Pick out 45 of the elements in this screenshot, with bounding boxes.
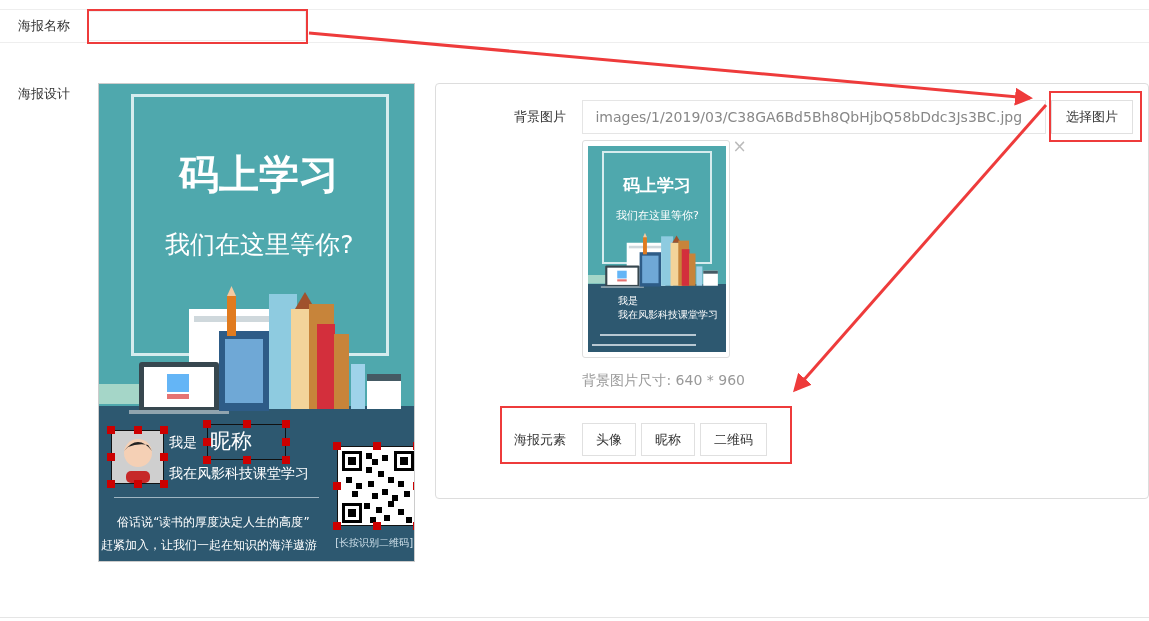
resize-handle[interactable] [373,442,382,450]
poster-subtitle: 我们在这里等你? [164,229,355,261]
resize-handle[interactable] [107,480,116,488]
element-button[interactable]: 二维码 [700,423,768,456]
resize-handle[interactable] [282,456,291,464]
field-label: 海报元素 [513,430,568,449]
resize-handle[interactable] [160,426,169,434]
image-size-note: 背景图片尺寸: 640 * 960 [582,372,746,390]
qr-code-icon [342,451,415,523]
poster-intro-text: 我是 [169,434,198,452]
qr-code-element[interactable] [337,446,415,526]
resize-handle[interactable] [107,453,116,461]
resize-handle[interactable] [203,420,212,428]
resize-handle[interactable] [333,522,342,530]
resize-handle[interactable] [133,480,142,488]
element-button[interactable]: 头像 [582,423,637,456]
poster-quote-line: 赶紧加入，让我们一起在知识的海洋遨游 [101,537,318,554]
resize-handle[interactable] [242,456,251,464]
resize-handle[interactable] [203,438,212,446]
thumbnail-title: 码上学习 [622,174,693,197]
qr-caption: [长按识别二维码] [335,536,414,550]
resize-handle[interactable] [160,480,169,488]
resize-handle[interactable] [373,522,382,530]
field-label: 海报名称 [17,17,71,35]
choose-image-button[interactable]: 选择图片 [1051,100,1134,134]
background-path-input[interactable]: images/1/2019/03/C38GA6Bd5Bh8QbHjbQ58bDdc3Js3BC.jpg [582,100,1047,134]
resize-handle[interactable] [160,453,169,461]
field-label: 海报设计 [17,85,71,103]
poster-quote-line: 俗话说“读书的厚度决定人生的高度” [117,514,310,531]
resize-handle[interactable] [333,482,342,490]
resize-handle[interactable] [282,438,291,446]
poster-tagline: 我在风影科技课堂学习 [169,465,310,483]
poster-title: 码上学习 [177,150,341,199]
resize-handle[interactable] [107,426,116,434]
resize-handle[interactable] [133,426,142,434]
resize-handle[interactable] [203,456,212,464]
thumbnail-intro-text: 我是 [618,294,639,308]
field-label: 背景图片 [513,108,568,126]
thumbnail-subtitle: 我们在这里等你? [615,208,700,223]
avatar-element[interactable] [111,430,165,484]
element-button[interactable]: 昵称 [641,423,696,456]
resize-handle[interactable] [333,442,342,450]
resize-handle[interactable] [242,420,251,428]
thumbnail-tagline: 我在风影科技课堂学习 [618,308,719,322]
resize-handle[interactable] [282,420,291,428]
